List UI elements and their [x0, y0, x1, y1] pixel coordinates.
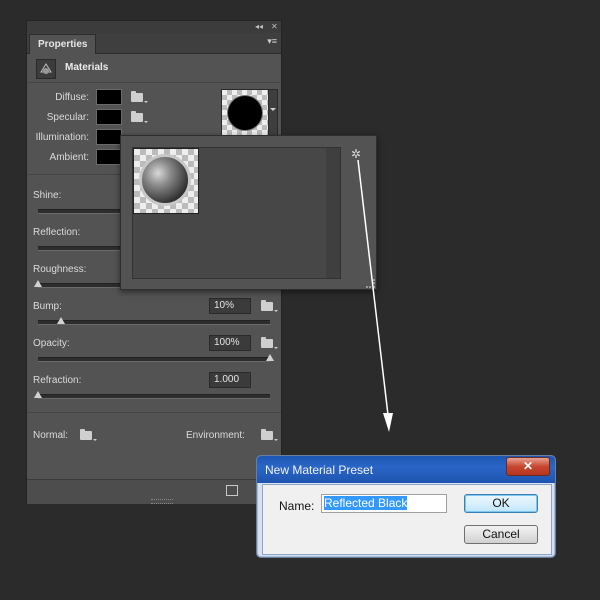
roughness-slider-thumb[interactable]: [34, 280, 42, 287]
preset-sphere: [139, 154, 191, 206]
diffuse-label: Diffuse:: [55, 92, 89, 103]
name-label: Name:: [279, 499, 315, 513]
opacity-label: Opacity:: [33, 338, 70, 349]
material-preview-ball: [227, 95, 263, 131]
preset-thumbnail[interactable]: [133, 148, 199, 214]
specular-swatch[interactable]: [96, 109, 122, 125]
bump-value-field[interactable]: 10%: [209, 298, 251, 314]
materials-title: Materials: [65, 62, 109, 73]
ambient-swatch[interactable]: [96, 149, 122, 165]
refraction-label: Refraction:: [33, 375, 82, 386]
name-input[interactable]: Reflected Black: [321, 494, 447, 513]
panel-title-strip: ◂◂ ✕: [27, 21, 281, 33]
collapse-icon[interactable]: ◂◂: [255, 21, 263, 33]
clip-to-layer-icon[interactable]: [226, 485, 238, 496]
dialog-body: Name: Reflected Black OK Cancel: [262, 484, 552, 555]
resize-grip-icon[interactable]: [151, 499, 173, 504]
opacity-value-field[interactable]: 100%: [209, 335, 251, 351]
tab-properties[interactable]: Properties: [29, 34, 97, 54]
normal-label: Normal:: [33, 430, 69, 441]
tab-bar: Properties ▾≡: [27, 33, 281, 54]
illumination-label: Illumination:: [35, 132, 89, 143]
illumination-swatch[interactable]: [96, 129, 122, 145]
bump-slider[interactable]: [38, 320, 270, 325]
gear-icon[interactable]: ✲: [351, 147, 361, 161]
chevron-down-icon: [270, 108, 276, 114]
dialog-close-button[interactable]: ✕: [506, 457, 550, 476]
new-material-preset-dialog: New Material Preset ✕ Name: Reflected Bl…: [256, 455, 556, 558]
opacity-slider-thumb[interactable]: [266, 354, 274, 361]
close-icon[interactable]: ✕: [271, 21, 278, 33]
popup-resize-icon[interactable]: [366, 279, 375, 288]
materials-icon: [36, 59, 56, 79]
dialog-titlebar: New Material Preset ✕: [257, 456, 555, 483]
cancel-button[interactable]: Cancel: [464, 525, 538, 544]
specular-label: Specular:: [46, 112, 89, 123]
bump-folder-icon[interactable]: [261, 300, 278, 312]
dialog-title: New Material Preset: [265, 463, 374, 477]
materials-header: Materials: [27, 54, 281, 83]
refraction-value-field[interactable]: 1.000: [209, 372, 251, 388]
bump-label: Bump:: [33, 301, 62, 312]
divider: [27, 412, 281, 413]
preset-grid-scrollbar[interactable]: [326, 148, 340, 278]
opacity-slider[interactable]: [38, 357, 270, 362]
shine-label: Shine:: [33, 190, 62, 201]
panel-menu-icon[interactable]: ▾≡: [267, 36, 277, 47]
ambient-label: Ambient:: [49, 152, 89, 163]
specular-folder-icon[interactable]: [131, 111, 148, 123]
diffuse-folder-icon[interactable]: [131, 91, 148, 103]
environment-folder-icon[interactable]: [261, 429, 278, 441]
opacity-folder-icon[interactable]: [261, 337, 278, 349]
material-preset-picker: ✲: [120, 135, 377, 290]
bump-slider-thumb[interactable]: [57, 317, 65, 324]
material-picker-button[interactable]: [268, 89, 278, 137]
material-preview[interactable]: [221, 89, 269, 137]
refraction-slider[interactable]: [38, 394, 270, 399]
roughness-label: Roughness:: [33, 264, 87, 275]
refraction-slider-thumb[interactable]: [34, 391, 42, 398]
environment-label: Environment:: [186, 430, 245, 441]
ok-button[interactable]: OK: [464, 494, 538, 513]
reflection-label: Reflection:: [33, 227, 81, 238]
normal-folder-icon[interactable]: [80, 429, 97, 441]
name-input-value: Reflected Black: [324, 496, 408, 510]
diffuse-swatch[interactable]: [96, 89, 122, 105]
